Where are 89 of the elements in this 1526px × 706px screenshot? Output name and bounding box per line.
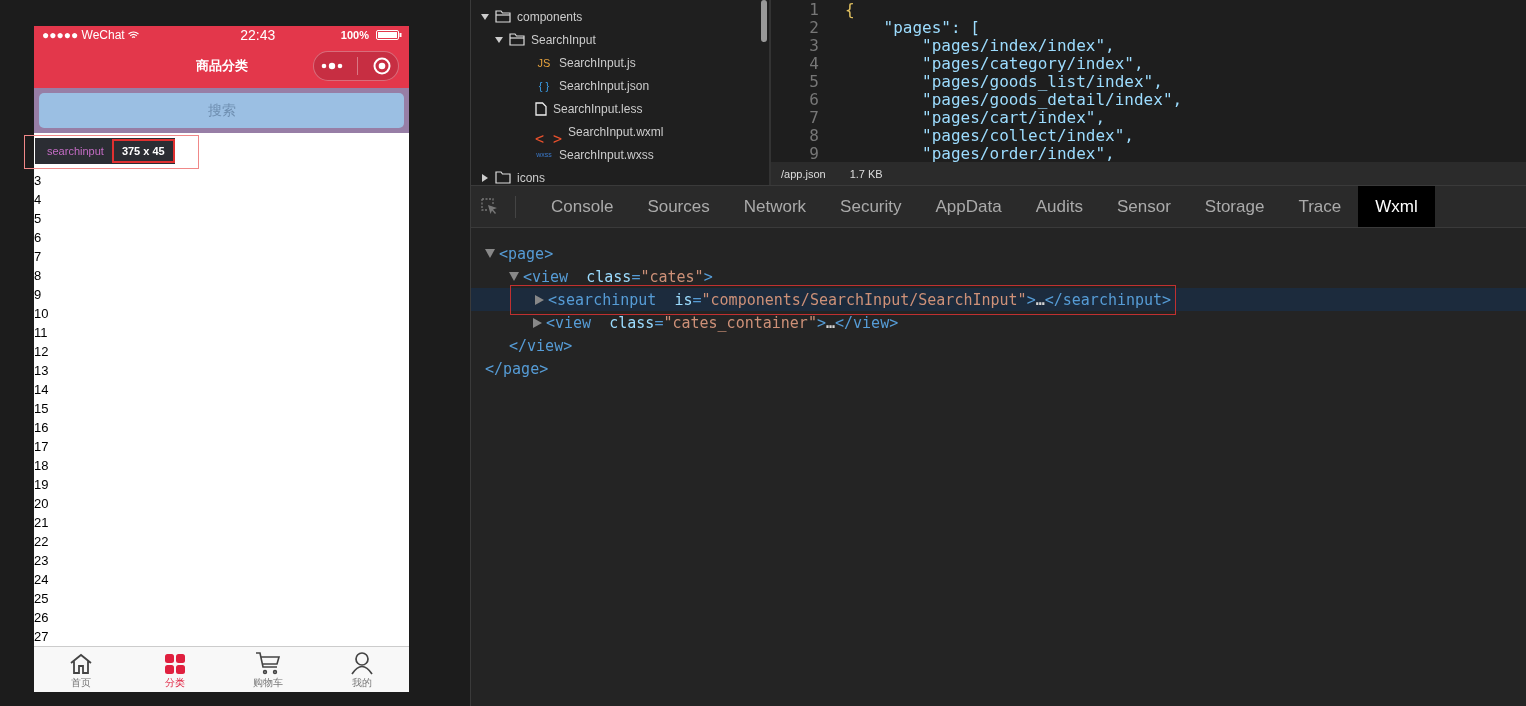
file-tree-item[interactable]: JS SearchInput.js <box>471 51 636 74</box>
devtools-tab[interactable]: Console <box>534 186 631 227</box>
grid-icon <box>163 653 186 675</box>
wxml-node-line[interactable]: <page> <box>485 242 558 265</box>
battery-text: 100% <box>340 29 369 42</box>
carrier-text: ●●●●● WeChat <box>42 28 125 43</box>
list-item: 23 <box>34 551 49 570</box>
capsule-menu[interactable] <box>313 51 399 82</box>
list-item: 16 <box>34 418 49 437</box>
list-item: 3 <box>34 171 42 190</box>
line-number: 4 <box>808 53 819 73</box>
devtools-tab[interactable]: Sensor <box>1099 186 1188 227</box>
file-path-text: /app.json <box>781 167 826 180</box>
folder-icon <box>495 10 511 23</box>
list-item: 11 <box>34 323 48 342</box>
element-size-label: 375 x 45 <box>111 138 175 163</box>
line-number: 1 <box>808 0 819 19</box>
list-item: 19 <box>34 475 49 494</box>
expand-toggle[interactable] <box>485 249 495 258</box>
tab-bar-item[interactable]: 购物车 <box>221 646 316 692</box>
home-icon <box>68 653 93 675</box>
list-item: 10 <box>34 304 49 323</box>
line-number: 5 <box>808 71 819 91</box>
wxml-node-line[interactable]: </page> <box>485 357 553 380</box>
devtools-tab[interactable]: Wxml <box>1358 186 1435 227</box>
list-item: 13 <box>34 361 49 380</box>
list-item: 27 <box>34 627 49 646</box>
person-icon <box>350 651 375 675</box>
wxml-node-line[interactable]: </view> <box>509 334 577 357</box>
list-item: 22 <box>34 532 49 551</box>
devtools-tab[interactable]: Storage <box>1187 186 1282 227</box>
file-tree-item[interactable]: icons <box>471 166 545 189</box>
file-type-icon: JS <box>535 56 553 69</box>
devtools-tab[interactable]: AppData <box>918 186 1019 227</box>
page-title: 商品分类 <box>195 57 248 75</box>
more-icon[interactable] <box>321 62 344 71</box>
list-item: 4 <box>34 190 42 209</box>
list-item: 8 <box>34 266 42 285</box>
tab-bar-item[interactable]: 分类 <box>127 646 222 692</box>
code-line: "pages/order/index", <box>921 143 1115 162</box>
list-item: 12 <box>34 342 49 361</box>
line-number: 3 <box>808 35 819 55</box>
list-item: 25 <box>34 589 49 608</box>
list-item: 6 <box>34 228 42 247</box>
file-size-text: 1.7 KB <box>849 167 883 180</box>
file-tree-item[interactable]: components <box>471 5 583 28</box>
list-item: 15 <box>34 399 49 418</box>
list-item: 14 <box>34 380 49 399</box>
time-text: 22:43 <box>239 27 276 44</box>
tab-bar-item[interactable]: 我的 <box>315 646 409 692</box>
list-item: 17 <box>34 437 49 456</box>
line-number: 7 <box>808 107 819 127</box>
file-tree-item[interactable]: { } SearchInput.json <box>471 74 650 97</box>
element-tag-text: searchinput <box>47 144 104 157</box>
expand-toggle[interactable] <box>533 317 542 328</box>
code-line: "pages/category/index", <box>921 53 1144 73</box>
devtools-tab[interactable]: Audits <box>1018 186 1100 227</box>
list-item: 9 <box>34 285 42 304</box>
devtools-tab[interactable]: Sources <box>630 186 727 227</box>
devtools-tab[interactable]: Network <box>726 186 824 227</box>
line-number: 9 <box>808 143 819 162</box>
file-tree-item[interactable]: SearchInput <box>471 28 596 51</box>
devtools-tab[interactable]: Trace <box>1281 186 1359 227</box>
code-line: "pages/goods_list/index", <box>921 71 1163 91</box>
list-item: 7 <box>34 247 42 266</box>
list-item: 24 <box>34 570 49 589</box>
file-type-icon: { } <box>535 79 553 92</box>
list-item: 21 <box>34 513 49 532</box>
list-item: 5 <box>34 209 42 228</box>
cart-icon <box>255 651 282 675</box>
devtools-tab[interactable]: Security <box>823 186 919 227</box>
code-line: { <box>845 0 855 19</box>
code-line: "pages/collect/index", <box>921 125 1134 145</box>
folder-icon <box>495 171 511 184</box>
tab-bar-item[interactable]: 首页 <box>34 646 128 692</box>
folder-icon <box>509 33 525 46</box>
wifi-icon <box>127 31 139 40</box>
line-number: 8 <box>808 125 819 145</box>
code-line: "pages": [ <box>882 17 980 37</box>
battery-icon <box>376 30 402 41</box>
code-line: "pages/index/index", <box>922 35 1115 55</box>
inspect-icon[interactable] <box>481 197 499 216</box>
document-icon <box>535 101 547 116</box>
list-item: 20 <box>34 494 49 513</box>
line-number: 6 <box>808 89 819 109</box>
expand-toggle[interactable] <box>535 294 544 305</box>
line-number: 2 <box>808 17 819 37</box>
list-item: 26 <box>34 608 49 627</box>
list-item: 18 <box>34 456 49 475</box>
